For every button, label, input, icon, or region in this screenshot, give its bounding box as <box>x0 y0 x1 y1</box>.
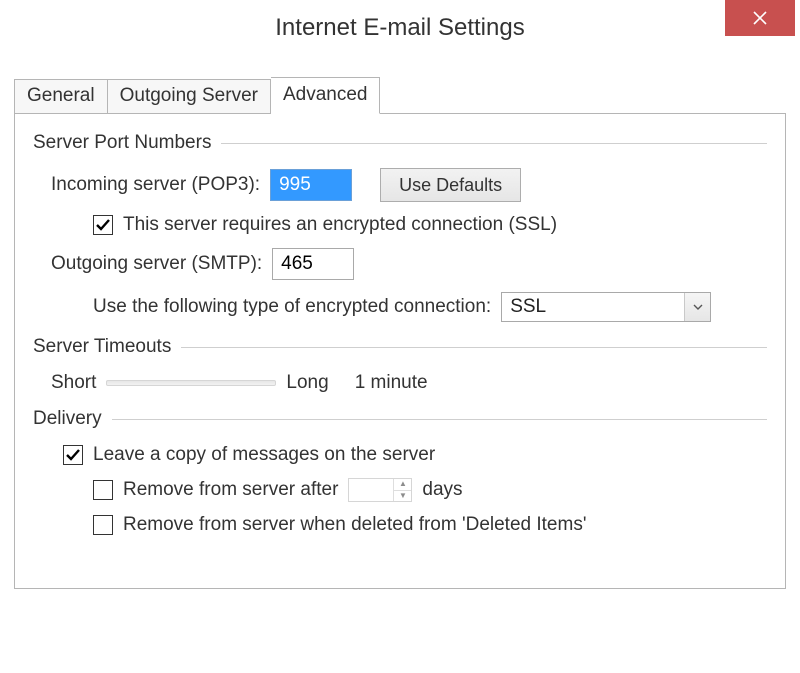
dropdown-button[interactable] <box>684 293 710 321</box>
ssl-required-label: This server requires an encrypted connec… <box>123 214 557 236</box>
timeout-slider[interactable] <box>106 380 276 386</box>
outgoing-server-label: Outgoing server (SMTP): <box>51 253 262 275</box>
row-remove-after: Remove from server after ▲ ▼ days <box>93 478 767 502</box>
group-server-port-numbers: Server Port Numbers <box>33 132 767 154</box>
group-title: Server Port Numbers <box>33 132 211 154</box>
row-remove-deleted: Remove from server when deleted from 'De… <box>93 514 767 536</box>
tab-advanced[interactable]: Advanced <box>271 77 381 114</box>
spinner-buttons[interactable]: ▲ ▼ <box>393 479 411 501</box>
spinner-up-icon[interactable]: ▲ <box>394 479 411 491</box>
title-bar: Internet E-mail Settings <box>0 0 800 56</box>
group-title: Delivery <box>33 408 102 430</box>
spinner-down-icon[interactable]: ▼ <box>394 491 411 502</box>
row-leave-copy: Leave a copy of messages on the server <box>63 444 767 466</box>
remove-after-days-value <box>349 479 393 501</box>
incoming-server-label: Incoming server (POP3): <box>51 174 260 196</box>
encryption-type-value: SSL <box>510 296 546 318</box>
remove-after-checkbox[interactable] <box>93 480 113 500</box>
group-server-timeouts: Server Timeouts <box>33 336 767 358</box>
incoming-server-port-input[interactable] <box>270 169 352 201</box>
chevron-down-icon <box>693 304 703 310</box>
advanced-panel: Server Port Numbers Incoming server (POP… <box>14 113 786 589</box>
check-icon <box>65 447 81 463</box>
remove-after-label-pre: Remove from server after <box>123 479 338 501</box>
tab-strip: General Outgoing Server Advanced <box>0 76 800 113</box>
check-icon <box>95 217 111 233</box>
group-divider <box>181 347 767 348</box>
row-ssl-required: This server requires an encrypted connec… <box>93 214 767 236</box>
group-divider <box>221 143 767 144</box>
timeout-long-label: Long <box>286 372 328 394</box>
group-delivery: Delivery <box>33 408 767 430</box>
remove-after-days-spinner[interactable]: ▲ ▼ <box>348 478 412 502</box>
tab-general[interactable]: General <box>14 79 108 114</box>
row-outgoing-server: Outgoing server (SMTP): <box>51 248 767 280</box>
timeout-short-label: Short <box>51 372 96 394</box>
leave-copy-checkbox[interactable] <box>63 445 83 465</box>
timeout-value: 1 minute <box>355 372 428 394</box>
group-divider <box>112 419 767 420</box>
close-button[interactable] <box>725 0 795 36</box>
remove-deleted-label: Remove from server when deleted from 'De… <box>123 514 586 536</box>
tab-outgoing-server[interactable]: Outgoing Server <box>108 79 271 114</box>
close-icon <box>753 11 767 25</box>
window-title: Internet E-mail Settings <box>275 14 524 42</box>
remove-deleted-checkbox[interactable] <box>93 515 113 535</box>
row-incoming-server: Incoming server (POP3): Use Defaults <box>51 168 767 202</box>
remove-after-label-post: days <box>422 479 462 501</box>
ssl-required-checkbox[interactable] <box>93 215 113 235</box>
encryption-type-label: Use the following type of encrypted conn… <box>93 296 491 318</box>
leave-copy-label: Leave a copy of messages on the server <box>93 444 435 466</box>
outgoing-server-port-input[interactable] <box>272 248 354 280</box>
use-defaults-button[interactable]: Use Defaults <box>380 168 521 202</box>
encryption-type-select[interactable]: SSL <box>501 292 711 322</box>
row-encryption-type: Use the following type of encrypted conn… <box>93 292 767 322</box>
group-title: Server Timeouts <box>33 336 171 358</box>
row-timeout-slider: Short Long 1 minute <box>51 372 767 394</box>
